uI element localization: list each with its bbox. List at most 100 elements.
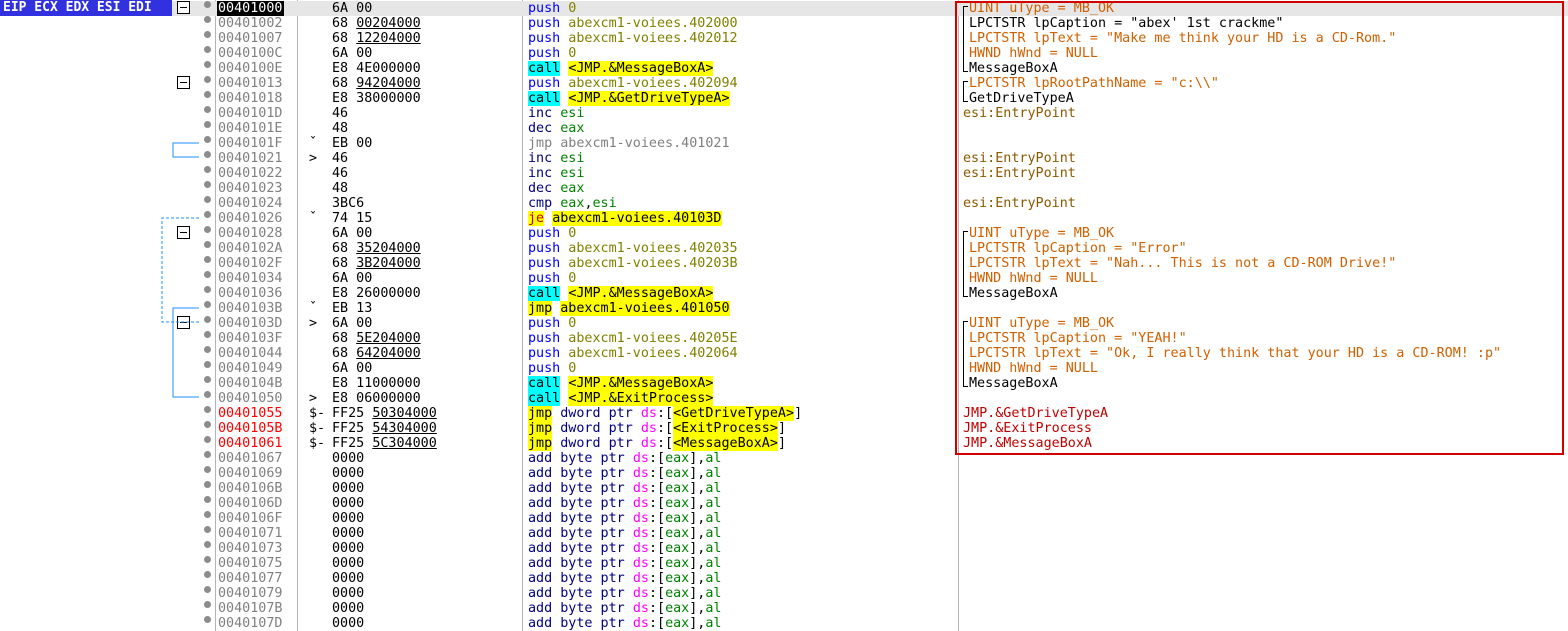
byte-segment: FF25 [332, 435, 373, 451]
byte-segment: 48 [332, 180, 349, 196]
opcode-bytes: 68 94204000 [332, 76, 421, 91]
instruction-token: eax [665, 525, 690, 541]
disasm-row[interactable]: 0040101D 46 inc esi esi:EntryPoint [0, 105, 1568, 121]
opcode-bytes: FF25 5C304000 [332, 436, 437, 451]
disasm-row[interactable]: 00401067 0000 add byte ptr ds:[eax],al [0, 450, 1568, 466]
address: 0040100C [218, 45, 283, 61]
disasm-row[interactable]: 00401050 > E8 06000000 call <JMP.&ExitProce… [0, 390, 1568, 406]
disasm-row[interactable]: 0040101F ˇ EB 00 jmp abexcm1-voiees.401021 [0, 135, 1568, 151]
instruction-token: call [528, 60, 561, 76]
address: 00401034 [218, 270, 283, 286]
disasm-row[interactable]: 0040106F 0000 add byte ptr ds:[eax],al [0, 510, 1568, 526]
opcode-bytes: 68 3B204000 [332, 256, 421, 271]
byte-segment: 0000 [332, 615, 365, 631]
disasm-row[interactable]: 00401018 E8 38000000 call <JMP.&GetDriveTy… [0, 90, 1568, 106]
instruction-token: :[ [648, 600, 666, 616]
opcode-bytes: E8 26000000 [332, 286, 421, 301]
disasm-row[interactable]: 00401024 3BC6 cmp eax,esi esi:EntryPoint [0, 195, 1568, 211]
disasm-row[interactable]: 0040102A 68 35204000 push abexcm1-voiees.4… [0, 240, 1568, 256]
comment: MessageBoxA [969, 286, 1058, 301]
disasm-row[interactable]: 0040107D 0000 add byte ptr ds:[eax],al [0, 615, 1568, 631]
disasm-row[interactable]: 0040100C 6A 00 push 0 HWND hWnd = NULL [0, 45, 1568, 61]
disasm-row[interactable]: 00401069 0000 add byte ptr ds:[eax],al [0, 465, 1568, 481]
instruction-token: al [705, 465, 722, 481]
instruction: add byte ptr ds:[eax],al [528, 586, 722, 601]
call-bracket [963, 6, 968, 72]
disasm-row[interactable]: 0040101E 48 dec eax [0, 120, 1568, 136]
disassembly-view[interactable]: 00401000 6A 00 push 0 UINT uType = MB_OK 004… [0, 0, 1568, 631]
disasm-row[interactable]: 0040103D >6A 00 push 0 UINT uType = MB_OK [0, 315, 1568, 331]
disasm-row[interactable]: 0040103B ˇ EB 13 jmp abexcm1-voiees.401050 [0, 300, 1568, 316]
comment: esi:EntryPoint [963, 166, 1076, 181]
byte-segment: 35204000 [356, 240, 421, 256]
byte-segment: E8 06000000 [332, 390, 421, 406]
comment: LPCTSTR lpText = "Ok, I really think tha… [969, 346, 1501, 361]
jump-marker: ˇ [309, 210, 318, 226]
disasm-row[interactable]: 00401061 $- FF25 5C304000 jmp dword ptr ds:… [0, 435, 1568, 451]
disasm-row[interactable]: 00401013 68 94204000 push abexcm1-voiees.4… [0, 75, 1568, 91]
byte-segment: 12204000 [356, 30, 421, 46]
address: 00401067 [218, 450, 283, 466]
disasm-row[interactable]: 00401028 6A 00 push 0 UINT uType = MB_OK [0, 225, 1568, 241]
disasm-row[interactable]: 00401021 >46 inc esi esi:EntryPoint [0, 150, 1568, 166]
disasm-row[interactable]: 0040106B 0000 add byte ptr ds:[eax],al [0, 480, 1568, 496]
instruction: call <JMP.&ExitProcess> [528, 390, 714, 406]
disasm-row[interactable]: 00401055 $- FF25 50304000 jmp dword ptr ds:… [0, 405, 1568, 421]
opcode-bytes: FF25 54304000 [332, 421, 437, 436]
instruction-token: <GetDriveTypeA> [673, 405, 795, 421]
disasm-row[interactable]: 00401049 6A 00 push 0 HWND hWnd = NULL [0, 360, 1568, 376]
comment: LPCTSTR lpCaption = "YEAH!" [969, 331, 1187, 346]
opcode-bytes: 0000 [332, 511, 364, 526]
instruction-token: eax [665, 555, 690, 571]
disasm-row[interactable]: 00401022 46 inc esi esi:EntryPoint [0, 165, 1568, 181]
disasm-row[interactable]: 00401023 48 dec eax [0, 180, 1568, 196]
disasm-row[interactable]: 00401075 0000 add byte ptr ds:[eax],al [0, 555, 1568, 571]
address: 00401061 [218, 435, 283, 451]
disasm-row[interactable]: 0040103F 68 5E204000 push abexcm1-voiees.4… [0, 330, 1568, 346]
disasm-row[interactable]: 00401026 ˇ 74 15 je abexcm1-voiees.40103D [0, 210, 1568, 226]
instruction: jmp dword ptr ds:[<GetDriveTypeA>] [528, 405, 802, 421]
disasm-row[interactable]: 00401044 68 64204000 push abexcm1-voiees.4… [0, 345, 1568, 361]
jump-marker: ˇ [309, 135, 318, 151]
instruction-token: eax [665, 465, 690, 481]
byte-segment: 68 [332, 345, 357, 361]
instruction-token: :[ [648, 465, 666, 481]
disasm-row[interactable]: 00401002 68 00204000 push abexcm1-voiees.4… [0, 15, 1568, 31]
disasm-row[interactable]: 00401077 0000 add byte ptr ds:[eax],al [0, 570, 1568, 586]
instruction: push abexcm1-voiees.40203B [528, 256, 738, 271]
disasm-row[interactable]: 00401007 68 12204000 push abexcm1-voiees.4… [0, 30, 1568, 46]
disasm-row[interactable]: 0040100E E8 4E000000 call <JMP.&MessageBox… [0, 60, 1568, 76]
comment: MessageBoxA [969, 376, 1058, 391]
address: 00401021 [218, 150, 283, 166]
disasm-row[interactable]: 00401079 0000 add byte ptr ds:[eax],al [0, 585, 1568, 601]
byte-segment: FF25 [332, 420, 373, 436]
address: 00401023 [218, 180, 283, 196]
instruction-token: ], [689, 465, 706, 481]
byte-segment: EB 00 [332, 135, 373, 151]
disasm-row[interactable]: 0040106D 0000 add byte ptr ds:[eax],al [0, 495, 1568, 511]
comment-text: HWND hWnd = NULL [969, 360, 1098, 376]
address: 00401028 [218, 225, 283, 241]
disasm-row[interactable]: 00401036 E8 26000000 call <JMP.&MessageBox… [0, 285, 1568, 301]
instruction-token: ], [689, 540, 706, 556]
address: 0040103D [218, 315, 283, 331]
byte-segment: 64204000 [356, 345, 421, 361]
comment-text: esi:EntryPoint [963, 165, 1076, 181]
disasm-row[interactable]: 0040104B E8 11000000 call <JMP.&MessageBox… [0, 375, 1568, 391]
disasm-row[interactable]: 00401034 6A 00 push 0 HWND hWnd = NULL [0, 270, 1568, 286]
disasm-row[interactable]: 0040102F 68 3B204000 push abexcm1-voiees.4… [0, 255, 1568, 271]
disasm-row[interactable]: 0040105B $- FF25 54304000 jmp dword ptr ds:… [0, 420, 1568, 436]
address: 0040102A [218, 240, 283, 256]
disasm-row[interactable]: 00401073 0000 add byte ptr ds:[eax],al [0, 540, 1568, 556]
instruction-token: :[ [648, 615, 666, 631]
disasm-row[interactable]: 00401071 0000 add byte ptr ds:[eax],al [0, 525, 1568, 541]
comment-text: MessageBoxA [969, 60, 1058, 76]
disasm-row[interactable]: 00401000 6A 00 push 0 UINT uType = MB_OK [0, 0, 1568, 16]
instruction: push 0 [528, 226, 576, 241]
disasm-row[interactable]: 0040107B 0000 add byte ptr ds:[eax],al [0, 600, 1568, 616]
opcode-bytes: 6A 00 [332, 46, 372, 61]
instruction-token: ds [632, 555, 649, 571]
address: 0040106F [218, 510, 283, 526]
comment-text: LPCTSTR lpText = "Ok, I really think tha… [969, 345, 1502, 361]
opcode-bytes: 68 64204000 [332, 346, 421, 361]
